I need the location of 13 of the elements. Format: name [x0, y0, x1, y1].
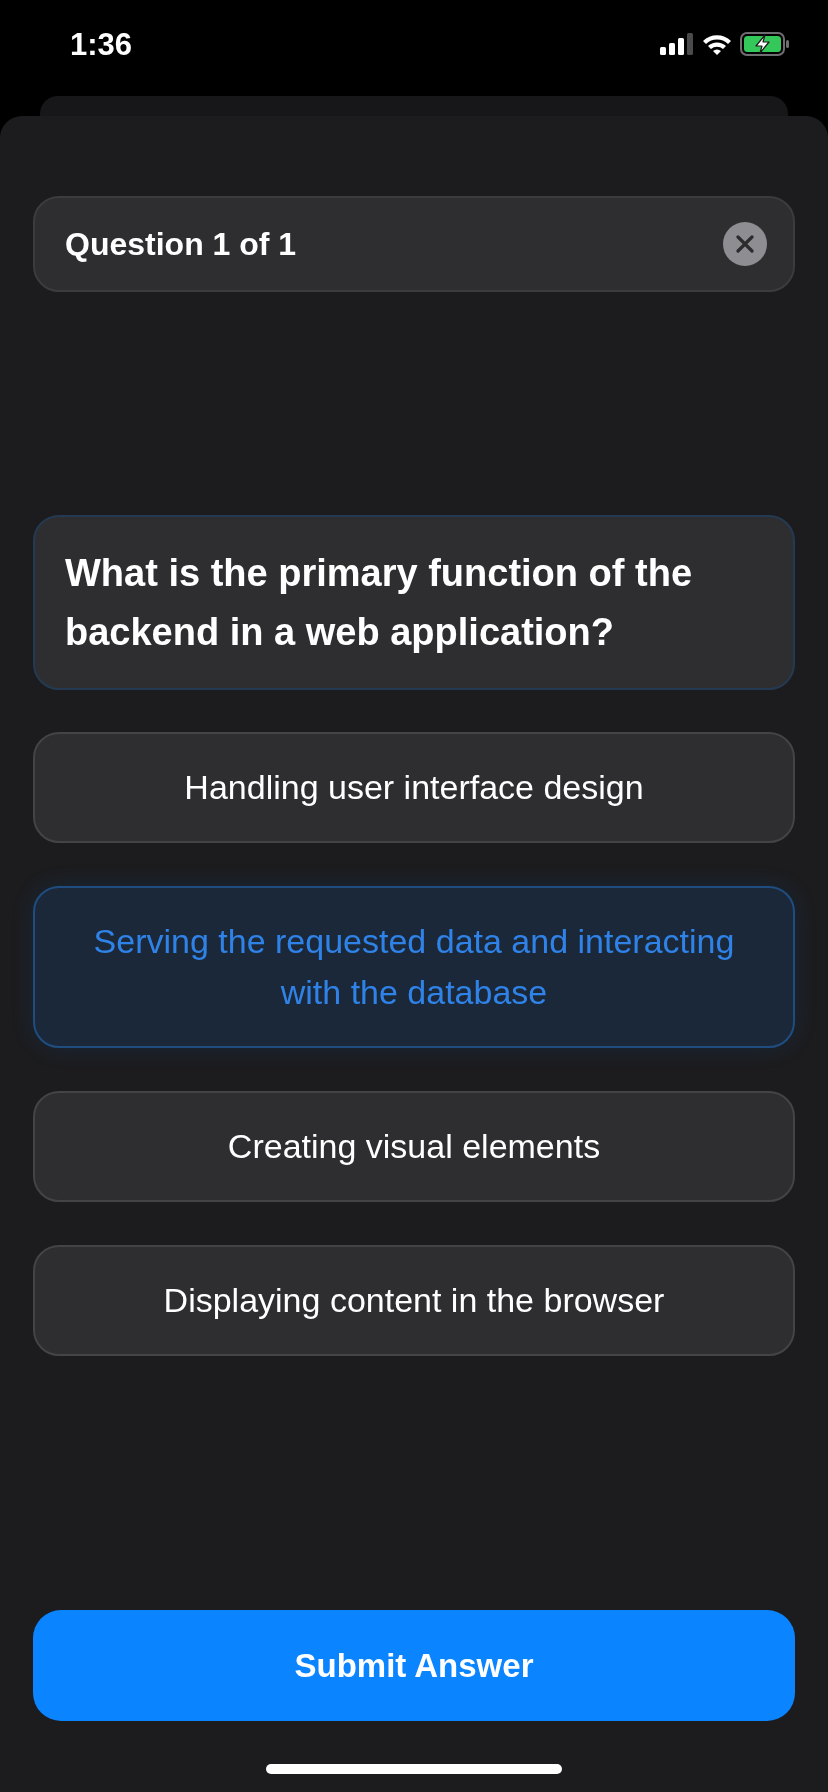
wifi-icon: [702, 33, 732, 55]
signal-icon: [660, 33, 694, 55]
battery-charging-icon: [740, 32, 790, 56]
question-counter: Question 1 of 1: [65, 228, 297, 260]
question-text: What is the primary function of the backend in a web application?: [65, 550, 694, 655]
status-time: 1:36: [70, 28, 133, 60]
answer-option[interactable]: Creating visual elements: [33, 1091, 795, 1202]
close-button[interactable]: [723, 222, 767, 266]
answer-option[interactable]: Handling user interface design: [33, 732, 795, 843]
submit-button[interactable]: Submit Answer: [33, 1610, 795, 1721]
answer-option[interactable]: Serving the requested data and interacting with the database: [33, 886, 795, 1048]
answer-option[interactable]: Displaying content in the browser: [33, 1245, 795, 1356]
close-icon: [736, 235, 754, 253]
